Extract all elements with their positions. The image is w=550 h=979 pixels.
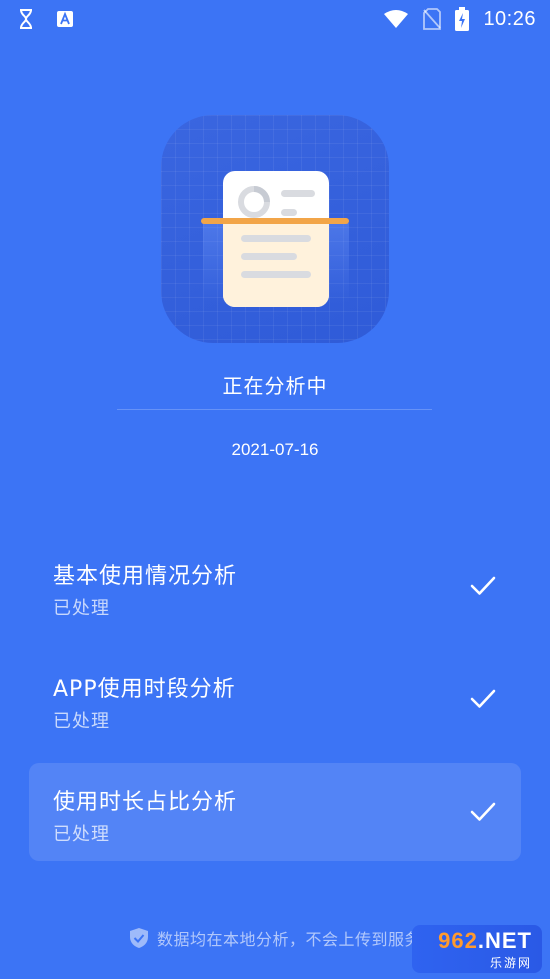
document-line bbox=[241, 253, 297, 260]
analysis-date: 2021-07-16 bbox=[231, 440, 319, 459]
check-icon bbox=[470, 802, 496, 821]
task-status: 已处理 bbox=[53, 598, 110, 619]
task-status: 已处理 bbox=[53, 824, 110, 845]
battery-charging-icon bbox=[455, 7, 470, 31]
pie-chart-icon bbox=[238, 186, 270, 218]
watermark-logo: 962.NET 乐游网 bbox=[412, 925, 542, 973]
check-icon bbox=[470, 576, 496, 595]
privacy-note-text: 数据均在本地分析，不会上传到服务 bbox=[156, 930, 421, 949]
document-lower-section bbox=[223, 219, 329, 307]
watermark-subtitle: 乐游网 bbox=[489, 955, 532, 970]
analyzing-status-label: 正在分析中 bbox=[222, 374, 328, 398]
shield-check-icon bbox=[129, 928, 148, 948]
task-title: 基本使用情况分析 bbox=[53, 564, 238, 589]
document-line bbox=[241, 271, 311, 278]
document-line bbox=[241, 235, 311, 242]
wifi-icon bbox=[383, 9, 409, 29]
hourglass-icon bbox=[18, 9, 34, 29]
task-title: APP使用时段分析 bbox=[53, 677, 236, 702]
document-card bbox=[223, 171, 329, 307]
document-line bbox=[281, 209, 297, 216]
translate-icon bbox=[56, 10, 74, 28]
document-scan-icon bbox=[161, 115, 389, 343]
status-time: 10:26 bbox=[483, 7, 536, 30]
task-item-usage-duration-share[interactable]: 使用时长占比分析 已处理 bbox=[29, 763, 521, 861]
task-status: 已处理 bbox=[53, 711, 110, 732]
scan-bar bbox=[201, 218, 349, 224]
task-item-basic-usage[interactable]: 基本使用情况分析 已处理 bbox=[29, 537, 521, 635]
status-bar: 10:26 bbox=[0, 0, 550, 38]
task-title: 使用时长占比分析 bbox=[53, 790, 238, 815]
watermark-logo-text: 962.NET bbox=[438, 927, 532, 953]
no-sim-icon bbox=[423, 8, 442, 30]
divider bbox=[117, 409, 432, 410]
check-icon bbox=[470, 689, 496, 708]
task-item-app-time-period[interactable]: APP使用时段分析 已处理 bbox=[29, 650, 521, 748]
document-line bbox=[281, 190, 315, 197]
